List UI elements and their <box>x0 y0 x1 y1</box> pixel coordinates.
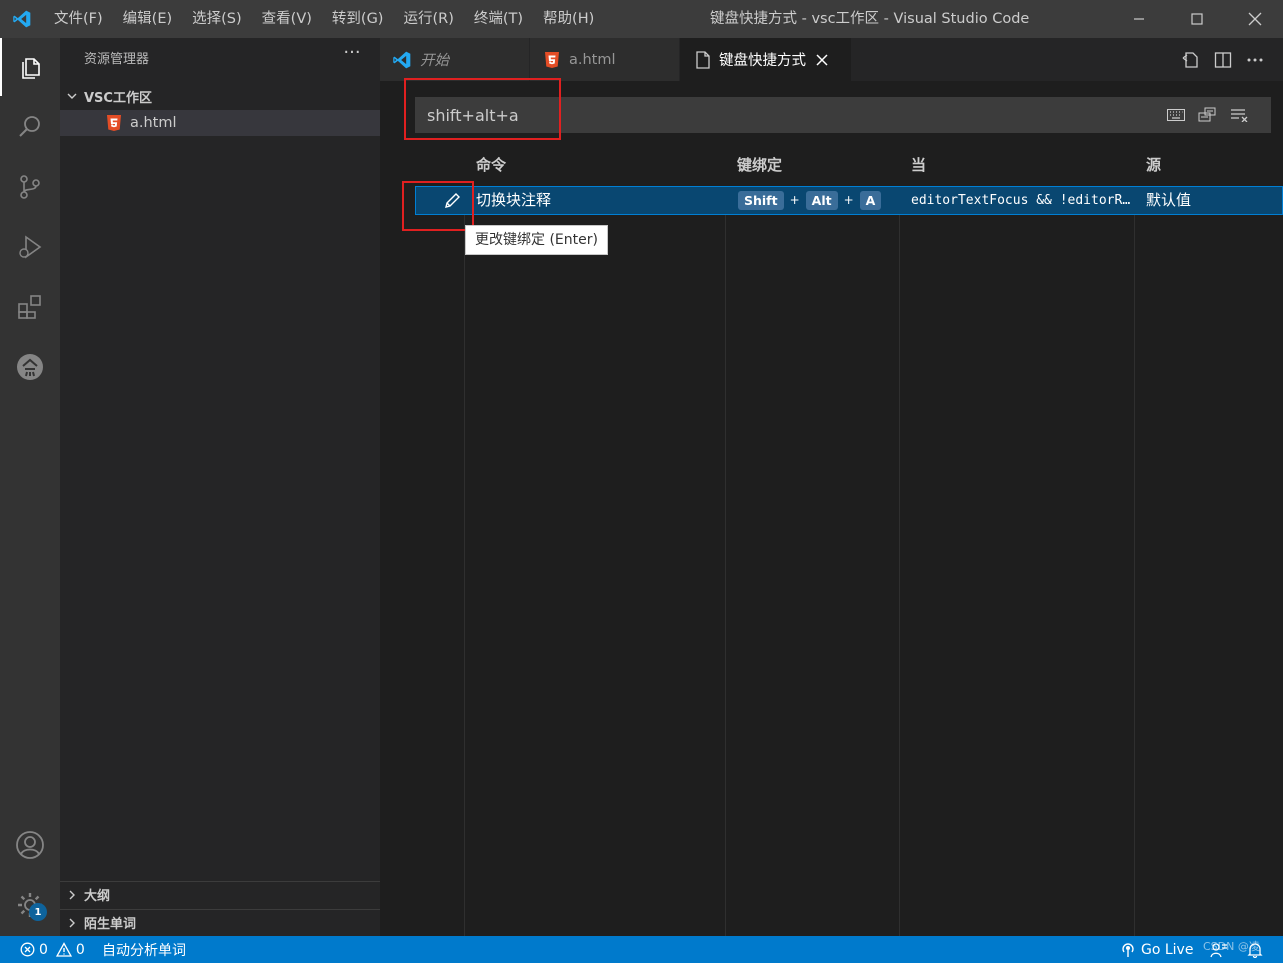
chevron-down-icon <box>60 90 84 102</box>
record-keys-icon[interactable] <box>1164 103 1188 127</box>
search-icon[interactable] <box>0 98 60 156</box>
settings-gear-icon[interactable]: 1 <box>0 876 60 934</box>
column-source[interactable]: 源 <box>1146 148 1161 182</box>
menu-terminal[interactable]: 终端(T) <box>464 0 533 38</box>
close-window-button[interactable] <box>1226 0 1283 38</box>
broadcast-icon <box>1120 942 1136 958</box>
sort-by-precedence-icon[interactable] <box>1195 103 1219 127</box>
error-count: 0 <box>39 941 48 958</box>
problems-status[interactable]: 0 0 <box>20 936 85 963</box>
live-share-icon[interactable] <box>0 338 60 396</box>
file-item-a-html[interactable]: a.html <box>60 110 380 136</box>
explorer-icon[interactable] <box>0 38 60 96</box>
title-bar: 文件(F) 编辑(E) 选择(S) 查看(V) 转到(G) 运行(R) 终端(T… <box>0 0 1283 38</box>
menu-run[interactable]: 运行(R) <box>393 0 463 38</box>
html5-icon <box>104 113 124 133</box>
file-name: a.html <box>130 115 177 131</box>
vscode-icon <box>392 50 412 70</box>
editor-tabs: 开始 a.html 键盘快捷方式 <box>380 38 1283 81</box>
menu-file[interactable]: 文件(F) <box>44 0 113 38</box>
accounts-icon[interactable] <box>0 816 60 874</box>
when-cell: editorTextFocus && !editorReadonly <box>911 193 1131 208</box>
menu-view[interactable]: 查看(V) <box>252 0 322 38</box>
tab-welcome[interactable]: 开始 <box>380 38 530 81</box>
menu-edit[interactable]: 编辑(E) <box>113 0 182 38</box>
go-live-button[interactable]: Go Live <box>1120 936 1193 963</box>
maximize-button[interactable] <box>1168 0 1226 38</box>
menu-selection[interactable]: 选择(S) <box>182 0 252 38</box>
outline-section[interactable]: 大纲 <box>60 881 380 907</box>
tab-label: 键盘快捷方式 <box>719 53 806 69</box>
edit-keybinding-tooltip: 更改键绑定 (Enter) <box>465 225 608 255</box>
keybinding-search-input[interactable] <box>427 97 1127 133</box>
key-alt: Alt <box>805 191 838 210</box>
window-title: 键盘快捷方式 - vsc工作区 - Visual Studio Code <box>710 11 1030 27</box>
settings-badge: 1 <box>29 903 47 921</box>
open-json-icon[interactable] <box>1176 38 1206 81</box>
column-command[interactable]: 命令 <box>476 148 506 182</box>
tab-a-html[interactable]: a.html <box>530 38 680 81</box>
error-icon <box>20 942 35 957</box>
outline-label: 大纲 <box>84 889 111 904</box>
source-control-icon[interactable] <box>0 158 60 216</box>
command-cell: 切换块注释 <box>476 191 552 209</box>
table-header: 命令 键绑定 当 源 <box>415 148 1283 182</box>
keybinding-cell: Shift + Alt + A <box>738 186 882 215</box>
edit-keybinding-pencil-icon[interactable] <box>440 189 464 213</box>
activity-bar: 1 <box>0 38 60 936</box>
extensions-icon[interactable] <box>0 278 60 336</box>
workspace-folder[interactable]: VSC工作区 <box>60 85 380 107</box>
split-editor-icon[interactable] <box>1208 38 1238 81</box>
column-divider <box>899 186 900 936</box>
chevron-right-icon <box>60 889 84 901</box>
analyze-words-status[interactable]: 自动分析单词 <box>102 936 186 963</box>
vscode-logo-icon <box>0 0 44 38</box>
source-cell: 默认值 <box>1146 191 1192 209</box>
unknown-words-label: 陌生单词 <box>84 917 137 932</box>
key-plus: + <box>843 193 854 207</box>
clear-search-icon[interactable] <box>1228 103 1252 127</box>
watermark: CSDN @凌 <box>1203 940 1260 953</box>
minimize-button[interactable] <box>1110 0 1168 38</box>
status-bar: 0 0 自动分析单词 Go Live <box>0 936 1283 963</box>
column-divider <box>464 186 465 936</box>
menu-bar: 文件(F) 编辑(E) 选择(S) 查看(V) 转到(G) 运行(R) 终端(T… <box>44 0 604 38</box>
workspace-folder-label: VSC工作区 <box>84 90 152 106</box>
more-actions-icon[interactable] <box>1240 38 1270 81</box>
go-live-label: Go Live <box>1141 941 1194 958</box>
file-icon <box>696 50 710 69</box>
menu-go[interactable]: 转到(G) <box>322 0 394 38</box>
column-divider <box>1134 186 1135 936</box>
column-when[interactable]: 当 <box>911 148 926 182</box>
tab-label: 开始 <box>420 53 449 69</box>
key-plus: + <box>789 193 800 207</box>
close-tab-icon[interactable] <box>816 53 828 66</box>
sidebar-title: 资源管理器 <box>84 52 150 67</box>
key-a: A <box>859 191 882 210</box>
keybinding-search-box <box>415 97 1271 133</box>
html5-icon <box>544 51 560 69</box>
chevron-right-icon <box>60 917 84 929</box>
more-actions-button[interactable]: ··· <box>340 44 364 68</box>
warning-count: 0 <box>75 941 85 958</box>
unknown-words-section[interactable]: 陌生单词 <box>60 909 380 935</box>
tab-keyboard-shortcuts[interactable]: 键盘快捷方式 <box>680 38 852 81</box>
menu-help[interactable]: 帮助(H) <box>533 0 604 38</box>
column-divider <box>725 186 726 936</box>
tab-label: a.html <box>569 51 616 68</box>
column-keybinding[interactable]: 键绑定 <box>737 148 782 182</box>
run-debug-icon[interactable] <box>0 218 60 276</box>
explorer-sidebar: 资源管理器 ··· VSC工作区 a.html 大纲 陌生单词 <box>60 38 380 936</box>
warning-icon <box>55 942 72 957</box>
key-shift: Shift <box>738 191 784 210</box>
